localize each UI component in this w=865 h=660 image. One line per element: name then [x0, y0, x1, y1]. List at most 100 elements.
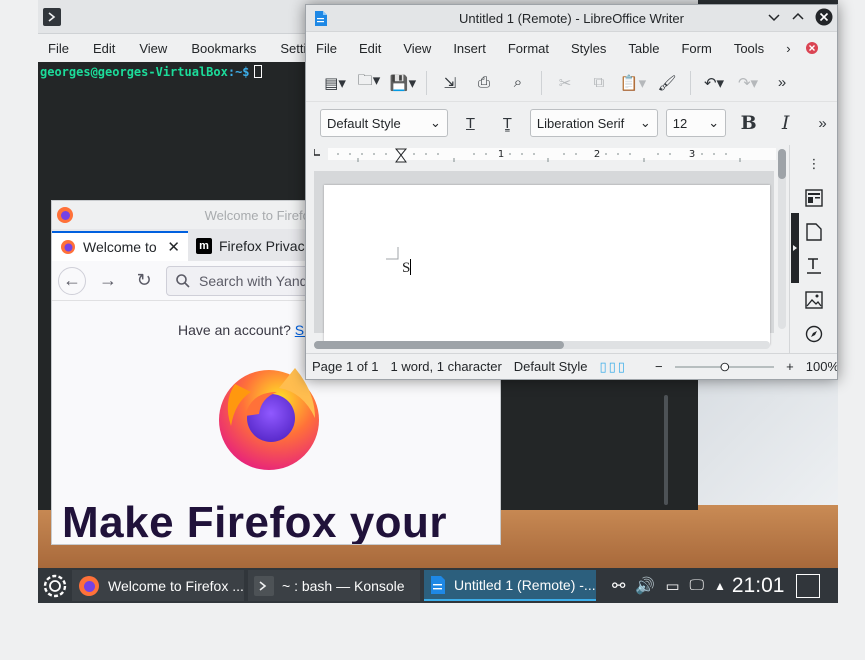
terminal-prompt-path: :~$ — [227, 65, 250, 79]
ruler-mark-2: 2 — [594, 149, 600, 160]
document-text-body[interactable]: S — [402, 259, 412, 277]
task-firefox[interactable]: Welcome to Firefox ... — [72, 570, 244, 601]
clock[interactable]: 21:01 — [732, 574, 785, 598]
back-arrow-icon[interactable]: ← — [58, 266, 86, 295]
task-writer[interactable]: Untitled 1 (Remote) -... — [424, 570, 596, 601]
status-page-count[interactable]: Page 1 of 1 — [312, 359, 379, 374]
firefox-tab-icon — [61, 240, 75, 254]
konsole-menu-bookmarks[interactable]: Bookmarks — [191, 41, 256, 56]
zoom-out-button[interactable]: − — [655, 359, 663, 374]
chevron-down-icon: ⌄ — [430, 115, 441, 130]
paragraph-style-select[interactable]: Default Style ⌄ — [320, 109, 448, 137]
writer-menu-form[interactable]: Form — [681, 41, 711, 56]
firefox-icon — [79, 575, 99, 596]
gallery-icon[interactable] — [798, 285, 830, 315]
konsole-menu-view[interactable]: View — [139, 41, 167, 56]
font-name-value: Liberation Serif — [536, 115, 625, 131]
zoom-in-button[interactable]: + — [786, 359, 794, 374]
new-document-icon[interactable]: ▤▾ — [320, 69, 350, 97]
close-window-icon[interactable] — [815, 8, 833, 26]
reload-icon[interactable]: ↻ — [130, 267, 158, 295]
status-page-style[interactable]: Default Style — [514, 359, 588, 374]
application-launcher-icon[interactable] — [38, 568, 72, 603]
sidebar-collapse-handle[interactable] — [791, 213, 799, 283]
zoom-level[interactable]: 100% — [806, 359, 837, 374]
print-icon[interactable]: ⎙ — [469, 69, 499, 97]
font-name-select[interactable]: Liberation Serif ⌄ — [529, 109, 658, 137]
display-icon[interactable]: 🖵 — [690, 577, 704, 594]
writer-menu-format[interactable]: Format — [508, 41, 549, 56]
account-prompt-text: Have an account? — [178, 322, 291, 338]
chevron-down-icon[interactable] — [767, 10, 781, 24]
font-size-select[interactable]: 12 ⌄ — [665, 109, 727, 137]
italic-icon[interactable]: I — [771, 109, 800, 137]
chevron-down-icon: ⌄ — [639, 115, 651, 130]
volume-icon[interactable]: 🔊 — [635, 576, 655, 596]
styles-icon[interactable] — [798, 251, 830, 281]
network-icon[interactable]: ⚯ — [612, 576, 625, 596]
firefox-tab-welcome[interactable]: Welcome to ✕ — [52, 231, 188, 261]
horizontal-ruler[interactable]: 1 2 3 — [314, 145, 776, 165]
redo-icon[interactable]: ↷▾ — [733, 69, 763, 97]
firefox-hero-heading: Make Firefox your — [62, 498, 448, 545]
writer-menu-styles[interactable]: Styles — [571, 41, 606, 56]
open-folder-icon[interactable]: 🗀▾ — [354, 69, 384, 97]
document-text: S — [402, 260, 411, 276]
account-prompt: Have an account? Sig — [178, 322, 315, 338]
vertical-scrollbar[interactable] — [778, 149, 786, 329]
konsole-menu-edit[interactable]: Edit — [93, 41, 115, 56]
writer-menu-tools[interactable]: Tools — [734, 41, 764, 56]
bold-icon[interactable]: B — [734, 109, 763, 137]
writer-titlebar[interactable]: Untitled 1 (Remote) - LibreOffice Writer — [306, 5, 837, 32]
writer-menu-file[interactable]: File — [316, 41, 337, 56]
document-page[interactable]: S — [324, 185, 770, 345]
undo-icon[interactable]: ↶▾ — [699, 69, 729, 97]
copy-icon[interactable]: ⧉ — [584, 69, 614, 97]
paragraph-style-value: Default Style — [327, 115, 401, 131]
cut-icon[interactable]: ✂ — [550, 69, 580, 97]
export-pdf-icon[interactable]: ⇲ — [435, 69, 465, 97]
writer-menu-edit[interactable]: Edit — [359, 41, 381, 56]
konsole-menu-file[interactable]: File — [48, 41, 69, 56]
toolbar-separator — [541, 70, 542, 95]
forward-arrow-icon[interactable]: → — [94, 267, 122, 295]
firefox-tab-label: Firefox Privac — [219, 238, 305, 254]
close-tab-icon[interactable]: ✕ — [167, 238, 180, 256]
new-style-icon[interactable]: T̳ — [493, 109, 522, 137]
status-word-count[interactable]: 1 word, 1 character — [391, 359, 502, 374]
konsole-app-icon — [43, 8, 61, 26]
sidebar-menu-icon[interactable]: ⋮ — [798, 149, 830, 179]
ruler-mark-3: 3 — [689, 149, 695, 160]
properties-icon[interactable] — [798, 183, 830, 213]
terminal-prompt-user: georges@georges-VirtualBox — [40, 65, 228, 79]
toolbar-overflow-icon[interactable]: » — [808, 109, 837, 137]
close-document-icon[interactable] — [805, 41, 819, 55]
clone-formatting-icon[interactable]: 🖌 — [652, 69, 682, 97]
page-icon[interactable] — [798, 217, 830, 247]
task-label: ~ : bash — Konsole — [282, 577, 405, 594]
tray-expand-icon[interactable]: ▲ — [714, 579, 726, 593]
print-preview-icon[interactable]: ⌕ — [503, 69, 533, 97]
writer-menu-table[interactable]: Table — [628, 41, 659, 56]
view-layout-icon[interactable]: ▯▯▯ — [599, 359, 626, 375]
show-desktop-button[interactable] — [796, 573, 821, 598]
writer-menu-view[interactable]: View — [403, 41, 431, 56]
battery-icon[interactable]: ▭ — [665, 577, 679, 595]
zoom-slider[interactable] — [674, 361, 775, 373]
firefox-tab-privacy[interactable]: m Firefox Privac — [188, 231, 313, 261]
navigator-icon[interactable] — [798, 319, 830, 349]
horizontal-scrollbar[interactable] — [314, 341, 770, 349]
paste-icon[interactable]: 📋▾ — [618, 69, 648, 97]
url-bar-placeholder: Search with Yande — [199, 272, 316, 289]
menu-overflow-icon[interactable]: › — [786, 41, 790, 56]
save-icon[interactable]: 💾▾ — [388, 69, 418, 97]
toolbar-overflow-icon[interactable]: » — [767, 69, 797, 97]
terminal-scrollbar[interactable] — [664, 395, 668, 505]
update-style-icon[interactable]: T̲ — [456, 109, 485, 137]
task-konsole[interactable]: ~ : bash — Konsole — [248, 570, 420, 601]
writer-menu-insert[interactable]: Insert — [453, 41, 486, 56]
chevron-up-icon[interactable] — [791, 10, 805, 24]
font-size-value: 12 — [672, 115, 688, 131]
taskbar: Welcome to Firefox ... ~ : bash — Konsol… — [38, 568, 838, 603]
horizontal-scrollbar-thumb[interactable] — [314, 341, 564, 349]
